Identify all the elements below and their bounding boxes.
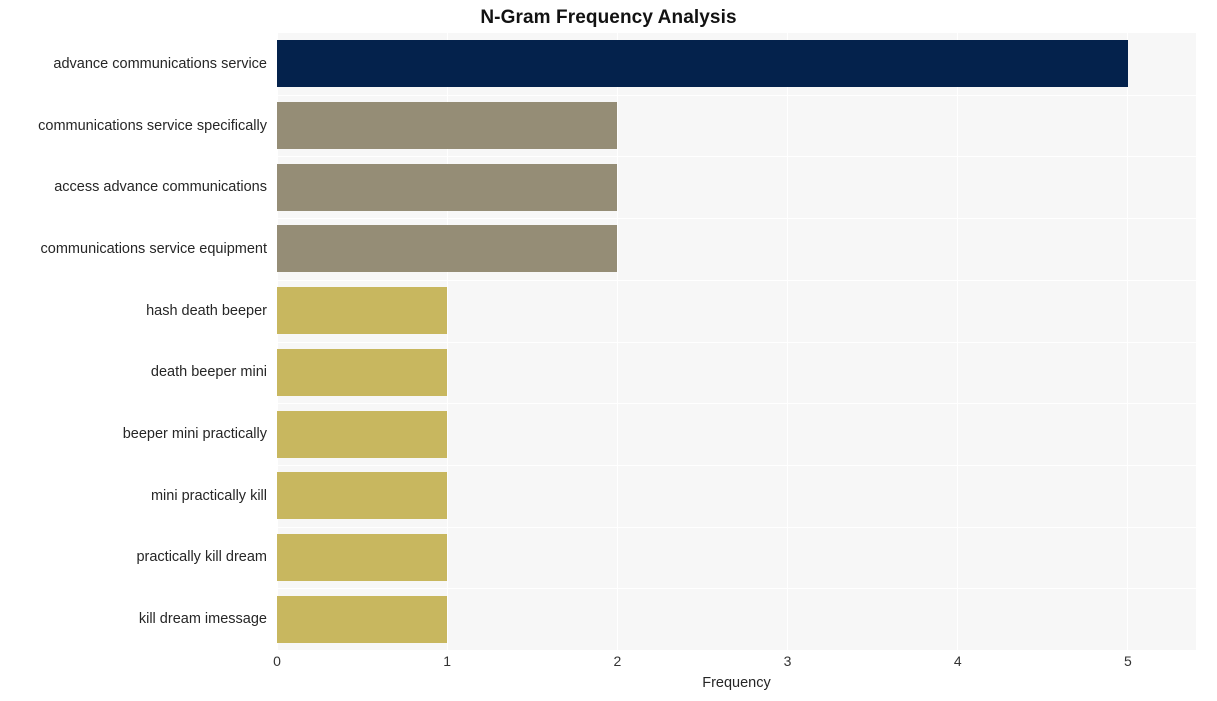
x-axis-tick-label: 0 (273, 653, 281, 669)
bar[interactable] (277, 348, 448, 396)
y-gridline (277, 218, 1196, 219)
bar[interactable] (277, 595, 448, 643)
y-gridline (277, 527, 1196, 528)
x-axis-tick-label: 2 (613, 653, 622, 669)
y-gridline (277, 342, 1196, 343)
y-axis-tick-label: communications service equipment (40, 240, 267, 257)
y-gridline (277, 465, 1196, 466)
ngram-frequency-chart: N-Gram Frequency Analysis advance commun… (0, 0, 1217, 701)
y-axis-category-labels: advance communications service communicat… (0, 33, 267, 650)
bar[interactable] (277, 410, 448, 458)
bar[interactable] (277, 472, 448, 520)
x-axis-tick-label: 5 (1124, 653, 1132, 669)
y-axis-tick-label: death beeper mini (150, 364, 267, 381)
bar[interactable] (277, 533, 448, 581)
y-gridline (277, 403, 1196, 404)
y-axis-tick-label: access advance communications (54, 179, 267, 196)
y-axis-tick-label: kill dream imessage (138, 611, 267, 628)
y-axis-tick-label: practically kill dream (136, 549, 267, 566)
plot-area (277, 33, 1196, 650)
x-axis-tick-label: 3 (783, 653, 792, 669)
y-axis-tick-label: communications service specifically (38, 117, 267, 134)
bar[interactable] (277, 287, 448, 335)
y-gridline (277, 280, 1196, 281)
y-gridline (277, 588, 1196, 589)
bar[interactable] (277, 102, 618, 150)
bar[interactable] (277, 163, 618, 211)
y-axis-tick-label: advance communications service (53, 55, 267, 72)
chart-title: N-Gram Frequency Analysis (480, 7, 737, 28)
x-axis-tick-label: 1 (443, 653, 452, 669)
bar[interactable] (277, 40, 1128, 88)
y-gridline (277, 156, 1196, 157)
x-axis-tick-label: 4 (953, 653, 962, 669)
y-gridline (277, 95, 1196, 96)
x-axis-title: Frequency (702, 675, 771, 691)
y-axis-tick-label: mini practically kill (150, 487, 267, 504)
y-axis-tick-label: hash death beeper (146, 302, 267, 319)
y-axis-tick-label: beeper mini practically (122, 426, 267, 443)
bar[interactable] (277, 225, 618, 273)
